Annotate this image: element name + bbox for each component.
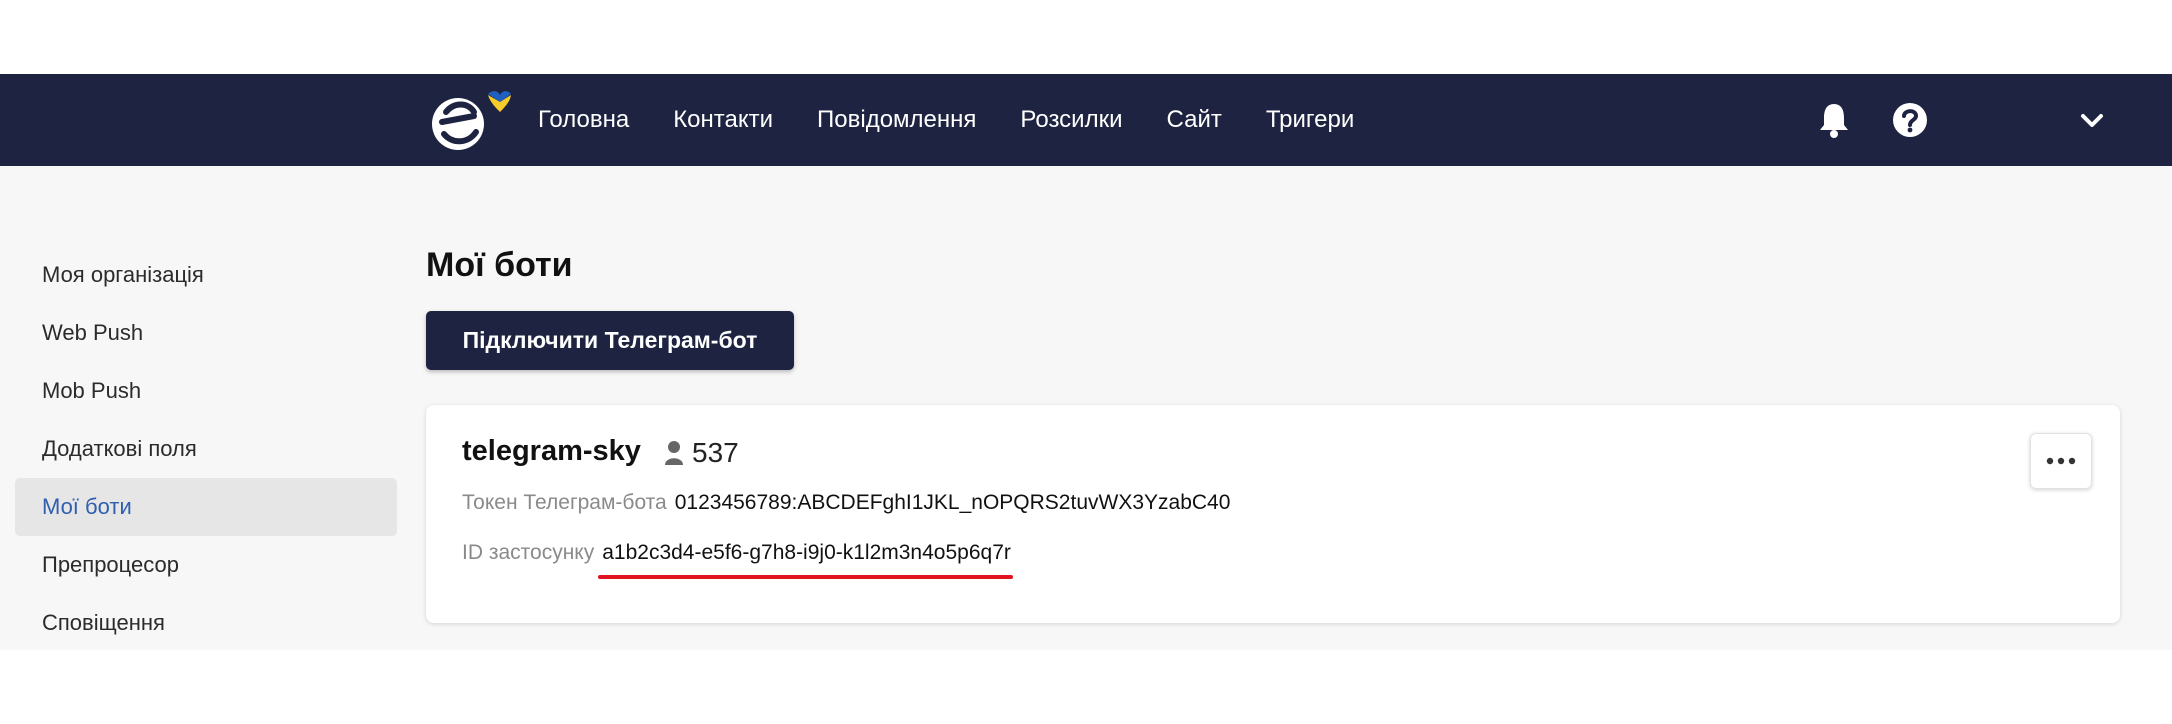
token-row: Токен Телеграм-бота 0123456789:ABCDEFghI…: [462, 491, 1230, 515]
app-id-label: ID застосунку: [462, 541, 595, 564]
question-circle-icon[interactable]: [1888, 98, 1932, 142]
token-label: Токен Телеграм-бота: [462, 491, 667, 514]
sidebar-item-preprocessor[interactable]: Препроцесор: [15, 536, 397, 594]
nav-item-messages[interactable]: Повідомлення: [817, 106, 976, 134]
bot-name: telegram-sky: [462, 435, 641, 467]
settings-sidebar: Моя організація Web Push Mob Push Додатк…: [15, 246, 397, 652]
person-icon: [665, 441, 683, 465]
app-id-value: a1b2c3d4-e5f6-g7h8-i9j0-k1l2m3n4o5p6q7r: [602, 541, 1011, 564]
red-underline: [598, 575, 1013, 579]
logo-icon[interactable]: [428, 88, 512, 152]
token-value: 0123456789:ABCDEFghI1JKL_nOPQRS2tuvWX3Yz…: [674, 491, 1231, 514]
bell-icon[interactable]: [1812, 98, 1856, 142]
nav-item-site[interactable]: Сайт: [1167, 106, 1222, 134]
sidebar-item-mob-push[interactable]: Mob Push: [15, 362, 397, 420]
settings-content: Моя організація Web Push Mob Push Додатк…: [0, 166, 2172, 650]
sidebar-item-notifications[interactable]: Сповіщення: [15, 594, 397, 652]
sidebar-item-my-bots[interactable]: Мої боти: [15, 478, 397, 536]
app-id-highlight: a1b2c3d4-e5f6-g7h8-i9j0-k1l2m3n4o5p6q7r: [598, 541, 1013, 579]
subscriber-count-value: 537: [692, 437, 739, 468]
connect-telegram-bot-button[interactable]: Підключити Телеграм-бот: [426, 311, 794, 370]
nav-item-campaigns[interactable]: Розсилки: [1020, 106, 1122, 134]
chevron-down-icon[interactable]: [2070, 98, 2114, 142]
bot-card: telegram-sky 537 Токен Телеграм-бота 012…: [426, 405, 2120, 623]
top-navigation-bar: Головна Контакти Повідомлення Розсилки С…: [0, 74, 2172, 166]
more-options-button[interactable]: [2030, 433, 2092, 489]
sidebar-item-extra-fields[interactable]: Додаткові поля: [15, 420, 397, 478]
nav-item-contacts[interactable]: Контакти: [673, 106, 773, 134]
nav-item-triggers[interactable]: Тригери: [1266, 106, 1354, 134]
more-dots-icon: [2046, 457, 2076, 465]
sidebar-item-organization[interactable]: Моя організація: [15, 246, 397, 304]
main-nav: Головна Контакти Повідомлення Розсилки С…: [538, 74, 1398, 166]
page-title: Мої боти: [426, 246, 573, 284]
nav-item-home[interactable]: Головна: [538, 106, 629, 134]
app-id-row: ID застосунку a1b2c3d4-e5f6-g7h8-i9j0-k1…: [462, 541, 1013, 579]
sidebar-item-web-push[interactable]: Web Push: [15, 304, 397, 362]
subscriber-count: 537: [664, 437, 739, 469]
